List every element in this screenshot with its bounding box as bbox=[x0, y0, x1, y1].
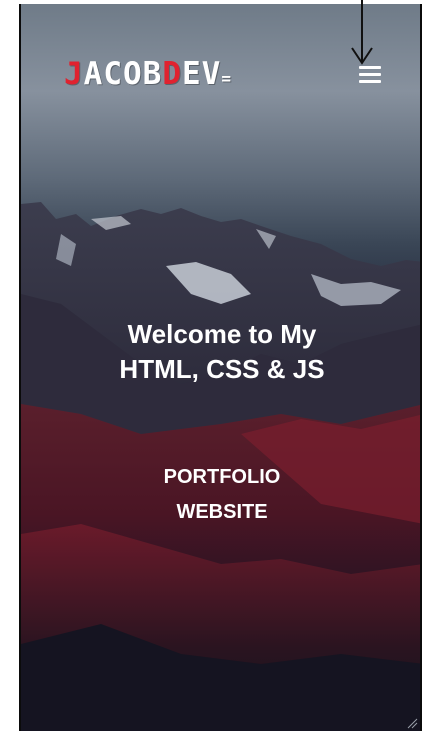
logo-suffix: = bbox=[221, 69, 232, 88]
menu-bar-3 bbox=[359, 80, 381, 83]
hero-title: Welcome to My HTML, CSS & JS bbox=[119, 319, 325, 384]
logo-letter-j: J bbox=[64, 56, 84, 92]
site-logo[interactable]: JACOBDEV= bbox=[64, 56, 232, 92]
down-arrow-annotation-icon bbox=[351, 0, 373, 65]
logo-letter-d: D bbox=[162, 56, 182, 92]
resize-grip-icon[interactable] bbox=[406, 717, 418, 729]
menu-bar-2 bbox=[359, 73, 381, 76]
hamburger-menu-icon[interactable] bbox=[359, 66, 381, 88]
logo-text-ev: EV bbox=[182, 56, 222, 92]
menu-bar-1 bbox=[359, 66, 381, 69]
hero-subtitle: PORTFOLIO WEBSITE bbox=[163, 466, 281, 523]
page-viewport: JACOBDEV= Welcome to My HTML, CSS & JS P… bbox=[19, 4, 422, 731]
logo-text-acob: ACOB bbox=[83, 56, 163, 92]
